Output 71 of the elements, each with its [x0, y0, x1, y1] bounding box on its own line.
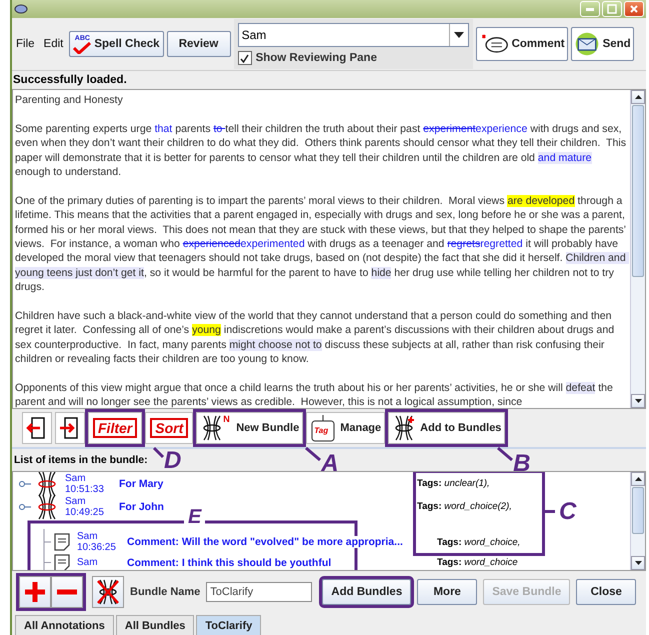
dropdown-arrow-icon	[454, 32, 464, 38]
bundle-name-field[interactable]: ToClarify	[206, 582, 312, 602]
add-button[interactable]	[19, 576, 51, 608]
author-time: Sam	[77, 557, 99, 568]
menu-item[interactable]: File	[13, 38, 38, 50]
show-reviewing-pane-checkbox[interactable]: Show Reviewing Pane	[238, 51, 469, 65]
user-dropdown[interactable]: Sam	[238, 23, 469, 47]
item-title[interactable]: For John	[119, 500, 164, 512]
tree-node-icon[interactable]	[19, 502, 31, 512]
close-button[interactable]	[624, 1, 644, 17]
delete-bundle-button[interactable]	[92, 576, 124, 608]
bottom-button[interactable]: Add Bundles	[322, 579, 412, 605]
author-time: Sam 10:36:25	[77, 531, 117, 553]
filter-button[interactable]: Filter	[88, 412, 142, 444]
callout-letter: D	[164, 449, 182, 473]
scroll-up-icon[interactable]	[634, 95, 642, 99]
callout-letter: A	[321, 452, 339, 476]
tag-icon-label: Tag	[314, 426, 328, 435]
note-icon	[53, 533, 71, 551]
leader-line	[543, 510, 555, 513]
app-icon	[14, 4, 28, 14]
comment-button[interactable]: Comment	[476, 27, 568, 61]
scroll-down-icon[interactable]	[634, 399, 642, 403]
new-bundle-button[interactable]: N New Bundle	[196, 412, 304, 444]
item-tags: Tags: unclear(1),	[417, 478, 490, 489]
menu-item[interactable]: Edit	[40, 38, 66, 50]
close-icon	[630, 5, 638, 13]
tab[interactable]: All Bundles	[116, 615, 194, 635]
leader-line	[154, 448, 163, 457]
item-title[interactable]: Comment: Will the word "evolved" be more appropria...	[127, 536, 403, 548]
review-button[interactable]: Review	[166, 31, 231, 57]
superscript-label: N	[223, 414, 230, 424]
plus-icon	[24, 581, 46, 603]
status-message: Successfully loaded.	[12, 73, 128, 88]
exit-icon-button[interactable]	[22, 412, 52, 444]
tab[interactable]: ToClarify	[196, 615, 262, 635]
scroll-up-icon[interactable]	[634, 477, 642, 481]
leader-line	[498, 448, 512, 460]
manage-button[interactable]: Tag Manage	[306, 412, 386, 444]
tab[interactable]: All Annotations	[15, 615, 114, 635]
scrollbar[interactable]	[630, 472, 645, 570]
bottom-button[interactable]: More	[417, 579, 478, 605]
author-time: Sam 10:49:25	[65, 496, 105, 518]
leader-line	[306, 448, 320, 460]
bundle-name-label: Bundle Name	[130, 586, 200, 598]
scroll-down-icon[interactable]	[634, 561, 642, 565]
add-to-bundles-button[interactable]: Add to Bundles	[388, 412, 506, 444]
callout-letter: E	[184, 509, 206, 525]
scrollbar[interactable]	[630, 90, 645, 408]
minimize-icon	[586, 8, 594, 10]
callout-letter: B	[513, 452, 530, 476]
item-tags: Tags: word_choice	[437, 557, 518, 568]
minus-icon	[56, 589, 78, 595]
document-text: Parenting and Honesty Some parenting experts urge that parents to tell their children the truth about their past experimentexperience with drugs and sex, even when they don’t want their children to do what they did. Others think parents should censor what they tell their children. This paper will demonstrate that it is better for parents to censor what they tell their children until the children are old and mature enough to understand. One of the primary duties of parenting is to impart the parents’ moral views to their children. Moral views are developed through a lifetime. This means that the activities that a parent engaged in, especially with drugs and sex, long before he or she was a parent, formed his or her moral views. This does not mean that they are stuck with these views, but that they helped to shape the parents’ views. For instance, a woman who experiencedexperimented with drugs as a teenager and regretsregretted it will probably have developed the moral view that teenagers should not take drugs, based on (not despite) the fact that she did it herself. Children and young teens just don’t get it, so it would be harmful for the parent to have to hide her drug use while telling her children not to try drugs. Children have such a black-and-white view of the world that they cannot understand that a person could do something and then regret it later. Confessing all of one’s young indiscretions would make a parent’s discussions with their children about drugs and sex counterproductive. In fact, many parents might choose not to discuss these subjects at all, rather than risk confusing their children or revealing facts their children are too young to know. Opponents of this view might argue that once a child learns the truth about his or her parents’ activities, he or she will defeat the parent and will no longer see the parents’ views as credible. However, this is not a logical assumption, since	[13, 90, 630, 408]
bundle-delete-icon	[96, 579, 120, 605]
item-tags: Tags: word_choice,	[437, 536, 520, 548]
envelope-icon	[574, 31, 600, 57]
item-title[interactable]: For Mary	[119, 478, 164, 490]
remove-button[interactable]	[51, 576, 83, 608]
tag-icon	[310, 414, 336, 442]
tree-node-icon[interactable]	[19, 478, 31, 488]
send-button[interactable]: Send	[570, 27, 634, 61]
callout-letter: C	[559, 500, 576, 524]
sort-button[interactable]: Sort	[145, 412, 194, 444]
maximize-icon	[607, 4, 617, 14]
checkmark-icon	[240, 54, 250, 62]
item-tags: Tags: word_choice(2),	[417, 501, 512, 512]
bottom-button[interactable]: Close	[576, 579, 636, 605]
item-title[interactable]: Comment: I think this should be youthful	[127, 556, 332, 568]
author-time: Sam 10:51:33	[65, 472, 105, 494]
enter-icon-button[interactable]	[55, 412, 85, 444]
